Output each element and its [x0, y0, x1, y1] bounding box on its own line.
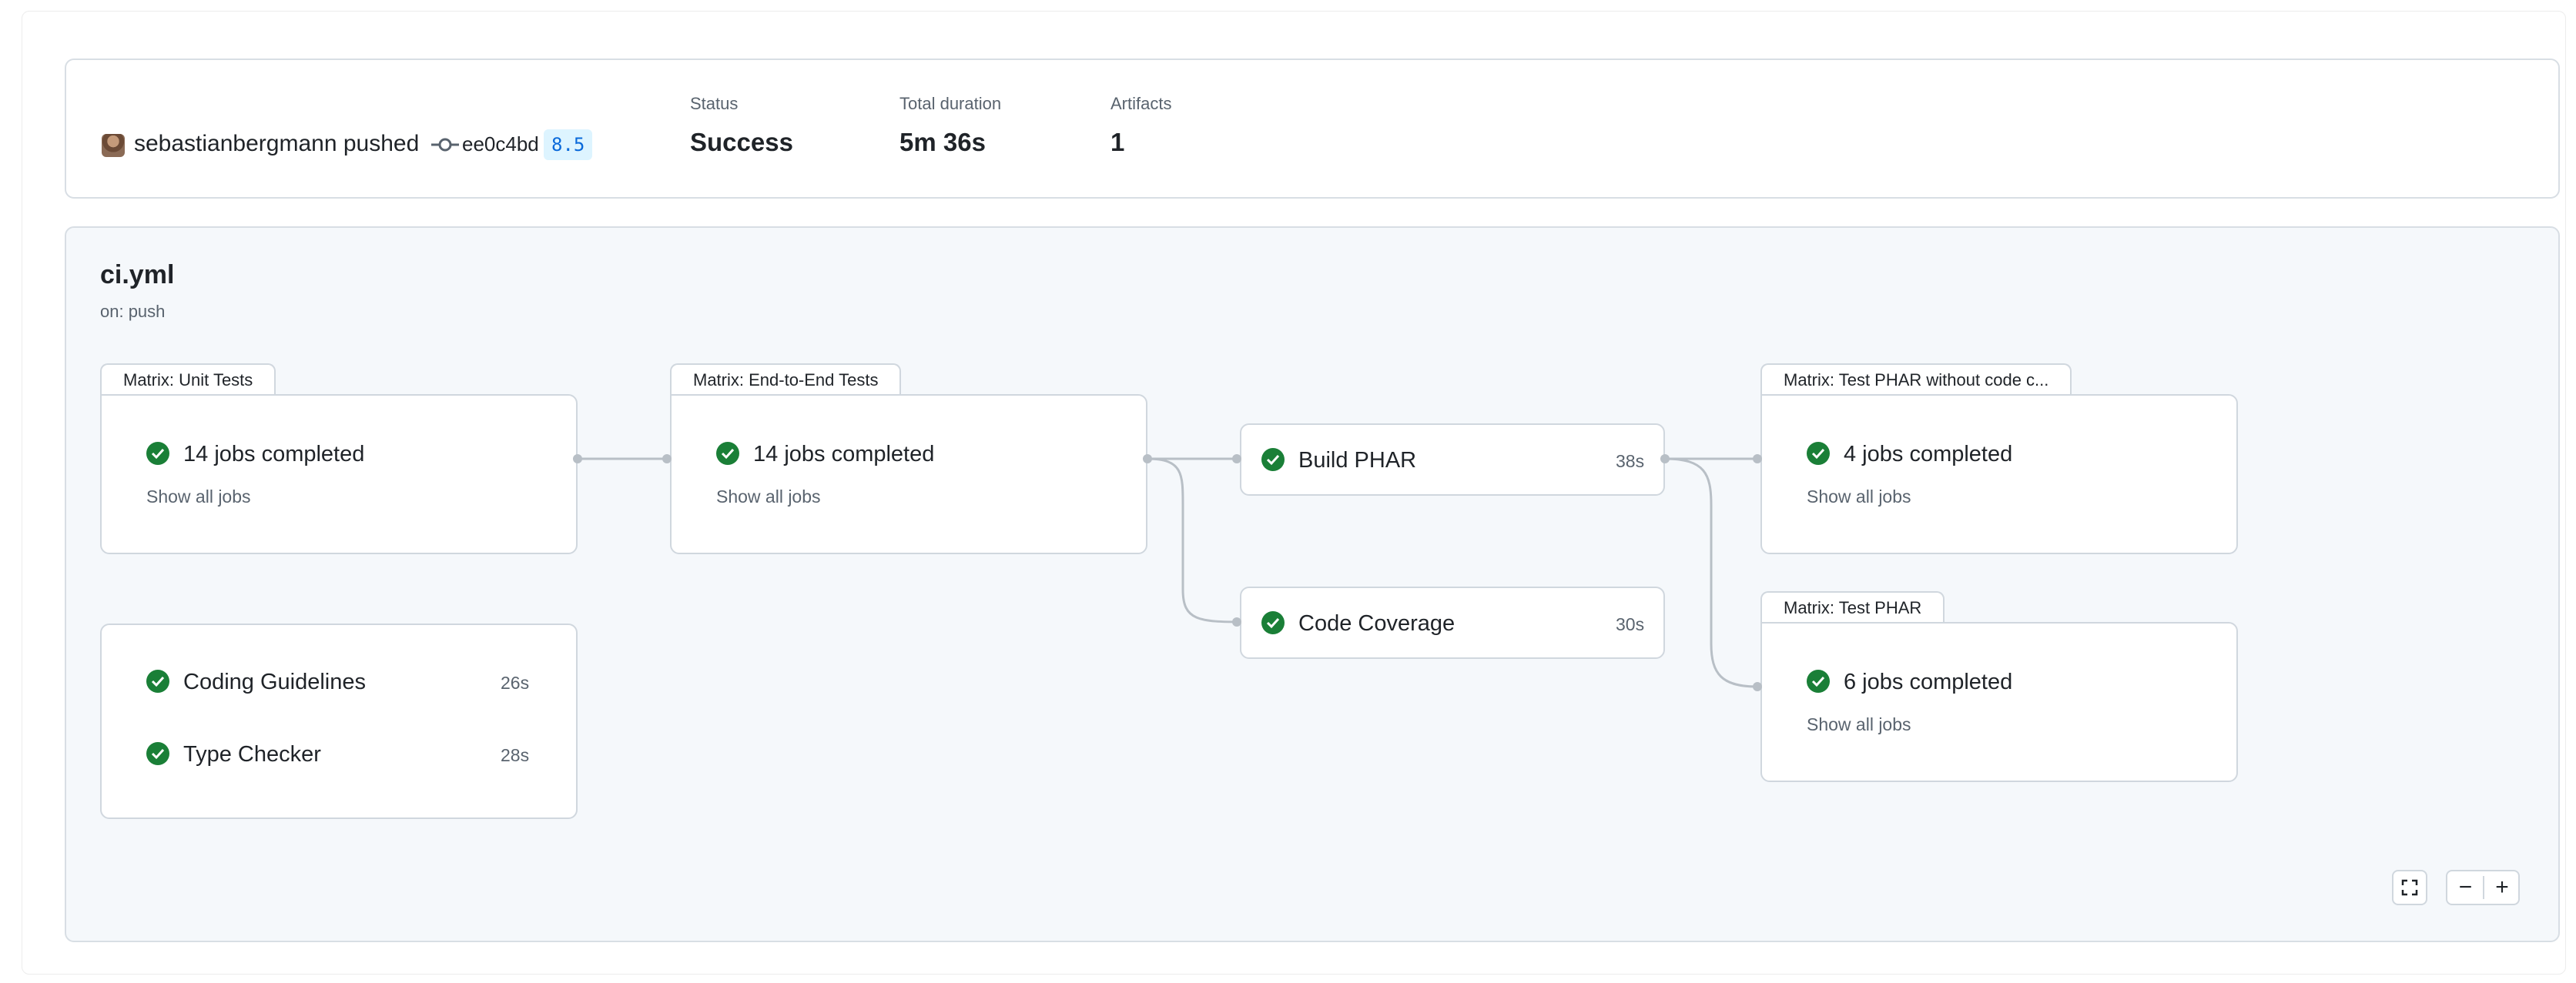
job-duration: 38s — [1616, 451, 1645, 471]
job-name: Code Coverage — [1298, 611, 1455, 636]
input-port — [1753, 454, 1762, 463]
pusher-text[interactable]: sebastianbergmann pushed — [134, 131, 419, 157]
show-all-jobs-link[interactable]: Show all jobs — [716, 486, 821, 507]
matrix-unit-tests-card[interactable]: 14 jobs completed Show all jobs — [100, 394, 578, 554]
zoom-in-button[interactable]: + — [2484, 871, 2520, 904]
workflow-graph[interactable]: ci.yml on: push Matrix: Unit Tests 14 jo… — [65, 226, 2560, 942]
jobs-completed-text: 6 jobs completed — [1844, 670, 2013, 694]
jobs-completed-text: 14 jobs completed — [183, 442, 365, 466]
total-duration-value: 5m 36s — [899, 128, 986, 156]
matrix-test-phar-card[interactable]: 6 jobs completed Show all jobs — [1760, 622, 2238, 782]
branch-label[interactable]: 8.5 — [544, 129, 593, 160]
job-name: Type Checker — [183, 742, 321, 767]
show-all-jobs-link[interactable]: Show all jobs — [1807, 714, 1911, 735]
job-duration: 28s — [501, 745, 530, 765]
artifacts-label: Artifacts — [1110, 94, 1172, 113]
jobs-completed-text: 14 jobs completed — [753, 442, 935, 466]
input-port — [1753, 682, 1762, 691]
standalone-jobs-card: Coding Guidelines 26s Type Checker 28s — [100, 624, 578, 819]
input-port — [1232, 454, 1241, 463]
total-duration-label: Total duration — [899, 94, 1002, 113]
output-port — [1660, 454, 1670, 463]
matrix-end-to-end-tests-card[interactable]: 14 jobs completed Show all jobs — [670, 394, 1147, 554]
show-all-jobs-link[interactable]: Show all jobs — [1807, 486, 1911, 507]
run-summary: sebastianbergmann pushed ee0c4bd 8.5 Sta… — [65, 59, 2560, 199]
output-port — [1143, 454, 1152, 463]
zoom-out-button[interactable]: − — [2447, 871, 2484, 904]
jobs-completed-text: 4 jobs completed — [1844, 442, 2013, 466]
input-port — [1232, 617, 1241, 627]
success-check-icon — [1261, 611, 1285, 634]
success-check-icon — [1807, 670, 1830, 693]
tab-matrix-unit-tests[interactable]: Matrix: Unit Tests — [100, 363, 276, 396]
show-all-jobs-link[interactable]: Show all jobs — [146, 486, 251, 507]
tab-matrix-test-phar-without-code-coverage[interactable]: Matrix: Test PHAR without code c... — [1760, 363, 2072, 396]
fullscreen-icon — [2401, 879, 2418, 896]
input-port — [662, 454, 672, 463]
job-code-coverage[interactable]: Code Coverage 30s — [1240, 587, 1665, 659]
success-check-icon — [1261, 448, 1285, 471]
status-value: Success — [690, 128, 793, 156]
job-name: Build PHAR — [1298, 448, 1417, 473]
success-check-icon — [716, 442, 739, 465]
success-check-icon — [146, 442, 169, 465]
success-check-icon — [1807, 442, 1830, 465]
commit-sha-link[interactable]: ee0c4bd — [462, 132, 539, 156]
artifacts-value[interactable]: 1 — [1110, 128, 1124, 157]
tab-matrix-end-to-end-tests[interactable]: Matrix: End-to-End Tests — [670, 363, 902, 396]
fullscreen-button[interactable] — [2392, 870, 2427, 905]
avatar[interactable] — [102, 134, 125, 157]
job-build-phar[interactable]: Build PHAR 38s — [1240, 423, 1665, 496]
output-port — [573, 454, 582, 463]
graph-edges — [578, 457, 1758, 688]
job-duration: 26s — [501, 673, 530, 693]
success-check-icon — [146, 670, 169, 693]
job-duration: 30s — [1616, 614, 1645, 634]
commit-icon — [431, 138, 459, 152]
job-name: Coding Guidelines — [183, 670, 366, 694]
success-check-icon — [146, 742, 169, 765]
zoom-controls: − + — [2446, 870, 2520, 905]
status-label: Status — [690, 94, 739, 113]
tab-matrix-test-phar[interactable]: Matrix: Test PHAR — [1760, 591, 1945, 624]
matrix-test-phar-without-code-coverage-card[interactable]: 4 jobs completed Show all jobs — [1760, 394, 2238, 554]
